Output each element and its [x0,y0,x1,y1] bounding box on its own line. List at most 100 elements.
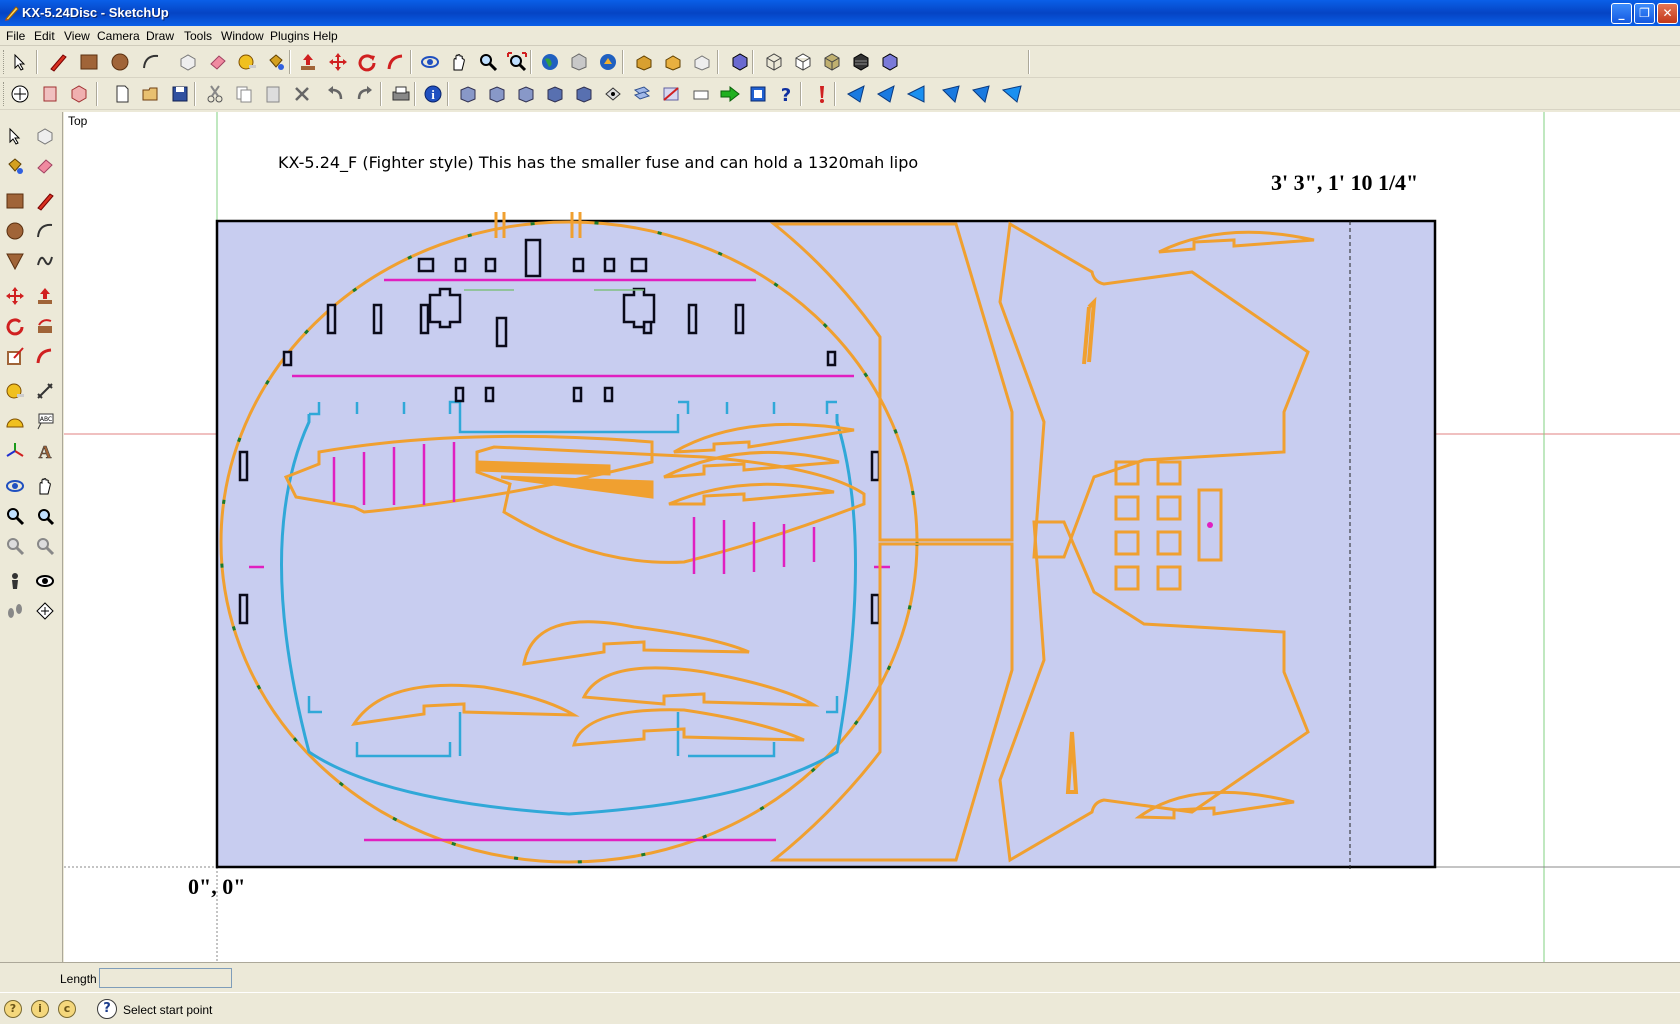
iso-view-icon[interactable] [728,50,752,74]
comment-icon[interactable] [689,82,713,106]
show-icon[interactable] [940,82,964,106]
menu-camera[interactable]: Camera [97,29,140,43]
menu-view[interactable]: View [64,29,90,43]
face-icon[interactable] [970,82,994,106]
rotate-icon[interactable] [1,312,29,340]
menu-tools[interactable]: Tools [184,29,212,43]
measurement-input[interactable] [99,968,232,988]
export-icon[interactable] [632,50,656,74]
rectangle-icon[interactable] [1,187,29,215]
import-icon[interactable] [567,50,591,74]
monochrome-icon[interactable] [878,50,902,74]
arc-icon[interactable] [31,217,59,245]
previous-icon[interactable] [1,532,29,560]
zoom-icon[interactable] [476,50,500,74]
scale-icon[interactable] [1,342,29,370]
model-info-icon[interactable]: i [421,82,445,106]
move-icon[interactable] [326,50,350,74]
shaded-textures-icon[interactable] [849,50,873,74]
shaded-icon[interactable] [820,50,844,74]
zoom-icon[interactable] [1,502,29,530]
ruby-icon[interactable] [809,82,833,106]
new-icon[interactable] [110,82,134,106]
help-icon[interactable]: ? [774,82,798,106]
hide-icon[interactable] [905,82,929,106]
polygon-icon[interactable] [1,247,29,275]
paste-component-icon[interactable] [690,50,714,74]
left-view-icon[interactable] [514,82,538,106]
wireframe-icon[interactable] [791,50,815,74]
minimize-button[interactable]: _ [1611,3,1632,24]
push-pull-icon[interactable] [31,282,59,310]
geo-location-icon[interactable]: ? [4,1000,22,1018]
position-camera-icon[interactable] [1,567,29,595]
top-view-icon[interactable] [572,82,596,106]
protractor-icon[interactable] [1,407,29,435]
offset-icon[interactable] [31,342,59,370]
circle-icon[interactable] [108,50,132,74]
open-icon[interactable] [139,82,163,106]
reverse-icon[interactable] [1000,82,1024,106]
redo-icon[interactable] [353,82,377,106]
select-icon[interactable] [8,50,32,74]
drawing-viewport[interactable]: Top KX-5.24_F (Fighter style) This has t… [64,112,1680,962]
section-cuts-icon[interactable] [67,82,91,106]
axes-icon[interactable] [8,82,32,106]
paint-bucket-icon[interactable] [1,152,29,180]
follow-me-icon[interactable] [384,50,408,74]
move-icon[interactable] [1,282,29,310]
menu-file[interactable]: File [6,29,25,43]
close-button[interactable]: ✕ [1657,3,1678,24]
eraser-icon[interactable] [31,152,59,180]
orbit-icon[interactable] [418,50,442,74]
3d-text-icon[interactable]: A [31,437,59,465]
instructor-help-icon[interactable]: ? [97,999,117,1019]
circle-icon[interactable] [1,217,29,245]
dimension-icon[interactable] [31,377,59,405]
layers-icon[interactable] [630,82,654,106]
copy-icon[interactable] [232,82,256,106]
credits-icon[interactable]: i [31,1000,49,1018]
globe-icon[interactable] [538,50,562,74]
back-view-icon[interactable] [485,82,509,106]
menu-plugins[interactable]: Plugins [270,29,309,43]
follow-me-icon[interactable] [31,312,59,340]
cut-icon[interactable] [203,82,227,106]
text-icon[interactable]: ABC [31,407,59,435]
menu-edit[interactable]: Edit [34,29,55,43]
menu-draw[interactable]: Draw [146,29,174,43]
tape-measure-icon[interactable] [235,50,259,74]
menu-window[interactable]: Window [221,29,264,43]
push-pull-icon[interactable] [296,50,320,74]
scenes-icon[interactable] [659,82,683,106]
tape-measure-icon[interactable] [1,377,29,405]
share-icon[interactable] [596,50,620,74]
zoom-extents-icon[interactable] [505,50,529,74]
toolbar-grip[interactable] [3,50,6,74]
right-view-icon[interactable] [543,82,567,106]
sign-in-icon[interactable]: c [58,1000,76,1018]
zoom-window-icon[interactable] [31,502,59,530]
toolbar-grip[interactable] [3,82,6,106]
unsmooth-icon[interactable] [875,82,899,106]
axes-icon[interactable] [1,437,29,465]
bottom-view-icon[interactable] [601,82,625,106]
components-icon[interactable] [661,50,685,74]
undo-icon[interactable] [323,82,347,106]
make-component-icon[interactable] [31,122,59,150]
line-icon[interactable] [31,187,59,215]
look-around-icon[interactable] [31,567,59,595]
eraser-icon[interactable] [206,50,230,74]
walk-icon[interactable] [1,597,29,625]
section-plane-icon[interactable] [31,597,59,625]
section-plane-icon[interactable] [38,82,62,106]
restore-button[interactable]: ❐ [1634,3,1655,24]
smooth-icon[interactable] [845,82,869,106]
pencil-icon[interactable] [46,50,70,74]
save-icon[interactable] [168,82,192,106]
print-icon[interactable] [389,82,413,106]
freehand-icon[interactable] [31,247,59,275]
menu-help[interactable]: Help [313,29,338,43]
orbit-icon[interactable] [1,472,29,500]
xray-icon[interactable] [762,50,786,74]
